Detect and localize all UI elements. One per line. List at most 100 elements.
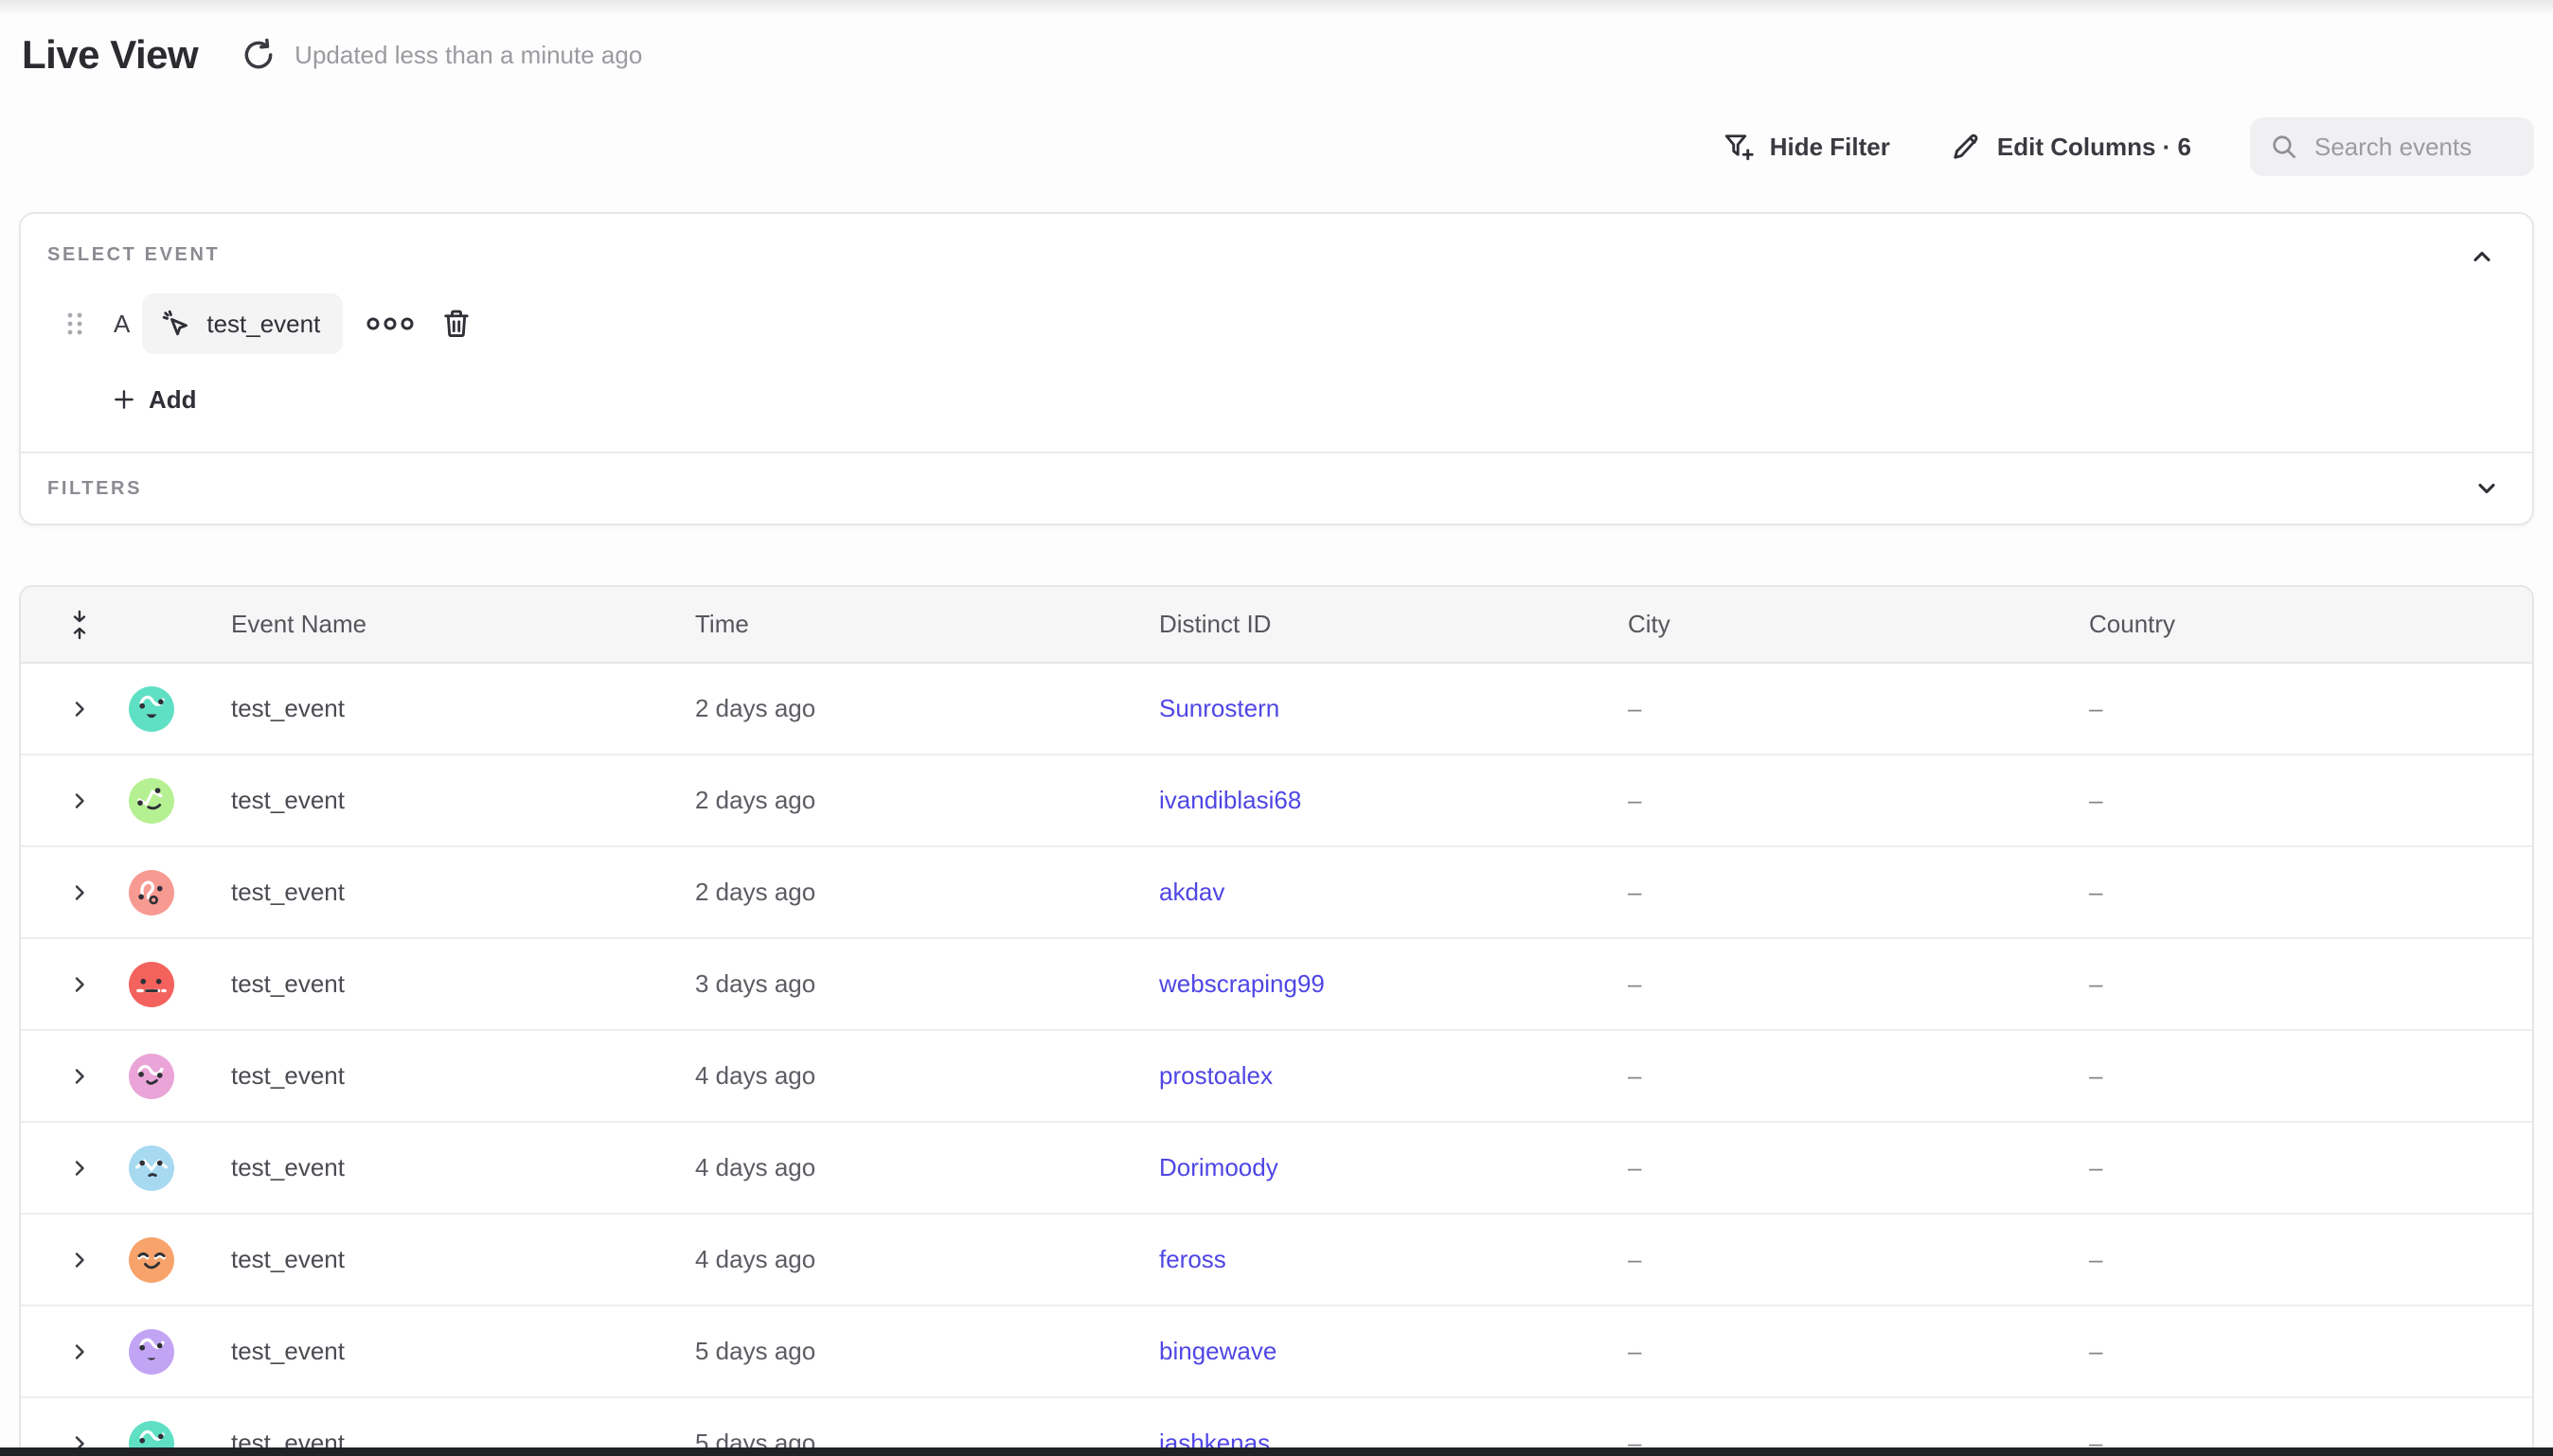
add-event-row: Add <box>112 379 2506 420</box>
user-avatar <box>129 962 174 1007</box>
add-event-button[interactable]: Add <box>112 379 197 420</box>
distinct-id-link[interactable]: webscraping99 <box>1159 969 1325 998</box>
query-builder-panel: SELECT EVENT A <box>19 212 2534 525</box>
refresh-button[interactable] <box>240 36 277 74</box>
add-label: Add <box>149 385 197 415</box>
country-cell: – <box>2089 1153 2532 1182</box>
country-cell: – <box>2089 1245 2532 1274</box>
chevron-up-icon <box>2469 243 2495 270</box>
expand-row-icon[interactable] <box>68 881 91 904</box>
user-avatar <box>129 778 174 824</box>
event-name-cell: test_event <box>231 1061 695 1091</box>
table-row[interactable]: test_event 2 days ago akdav – – <box>21 847 2532 939</box>
cursor-click-icon <box>159 307 193 341</box>
distinct-id-link[interactable]: ivandiblasi68 <box>1159 786 1301 814</box>
table-header-row: Event Name Time Distinct ID City Country <box>21 587 2532 664</box>
table-row[interactable]: test_event 2 days ago Sunrostern – – <box>21 664 2532 755</box>
table-row[interactable]: test_event 4 days ago prostoalex – – <box>21 1031 2532 1123</box>
country-cell: – <box>2089 786 2532 815</box>
hide-filter-button[interactable]: Hide Filter <box>1722 130 1890 164</box>
country-cell: – <box>2089 1337 2532 1366</box>
event-name-cell: test_event <box>231 878 695 907</box>
event-time-cell: 4 days ago <box>695 1245 1159 1274</box>
event-time-cell: 5 days ago <box>695 1337 1159 1366</box>
distinct-id-link[interactable]: prostoalex <box>1159 1061 1273 1090</box>
more-options-icon <box>366 315 415 332</box>
search-input[interactable] <box>2314 133 2517 162</box>
table-row[interactable]: test_event 4 days ago Dorimoody – – <box>21 1123 2532 1215</box>
expand-row-icon[interactable] <box>68 790 91 812</box>
event-select-button[interactable]: test_event <box>142 293 343 354</box>
column-header-distinct-id: Distinct ID <box>1159 610 1628 639</box>
chevron-down-icon <box>2473 475 2500 502</box>
distinct-id-link[interactable]: Sunrostern <box>1159 694 1279 722</box>
column-header-country: Country <box>2089 610 2532 639</box>
city-cell: – <box>1628 1061 2089 1091</box>
table-row[interactable]: test_event 2 days ago ivandiblasi68 – – <box>21 755 2532 847</box>
event-name-cell: test_event <box>231 1153 695 1182</box>
event-time-cell: 2 days ago <box>695 878 1159 907</box>
city-cell: – <box>1628 878 2089 907</box>
collapse-rows-icon[interactable] <box>67 610 92 640</box>
delete-clause-button[interactable] <box>439 307 473 341</box>
user-avatar <box>129 686 174 732</box>
city-cell: – <box>1628 1337 2089 1366</box>
more-options-button[interactable] <box>366 315 415 332</box>
collapse-panel-button[interactable] <box>2466 240 2498 273</box>
updated-status-text: Updated less than a minute ago <box>295 41 642 70</box>
page-header: Live View Updated less than a minute ago <box>0 0 2553 78</box>
expand-row-icon[interactable] <box>68 1341 91 1363</box>
table-body: test_event 2 days ago Sunrostern – – tes… <box>21 664 2532 1456</box>
event-name-cell: test_event <box>231 969 695 999</box>
column-header-event-name: Event Name <box>231 610 695 639</box>
user-avatar <box>129 1237 174 1283</box>
pencil-icon <box>1949 130 1983 164</box>
distinct-id-link[interactable]: bingewave <box>1159 1337 1276 1365</box>
event-time-cell: 3 days ago <box>695 969 1159 999</box>
event-name-cell: test_event <box>231 786 695 815</box>
distinct-id-link[interactable]: akdav <box>1159 878 1224 906</box>
city-cell: – <box>1628 786 2089 815</box>
user-avatar <box>129 870 174 915</box>
expand-row-icon[interactable] <box>68 973 91 996</box>
edit-columns-label: Edit Columns · 6 <box>1997 133 2191 162</box>
expand-row-icon[interactable] <box>68 1249 91 1271</box>
plus-icon <box>112 387 136 412</box>
search-box[interactable] <box>2250 117 2534 176</box>
table-row[interactable]: test_event 3 days ago webscraping99 – – <box>21 939 2532 1031</box>
city-cell: – <box>1628 1153 2089 1182</box>
user-avatar <box>129 1054 174 1099</box>
search-icon <box>2269 132 2299 162</box>
distinct-id-link[interactable]: feross <box>1159 1245 1226 1273</box>
event-time-cell: 2 days ago <box>695 786 1159 815</box>
city-cell: – <box>1628 1245 2089 1274</box>
drag-handle-icon[interactable] <box>64 311 85 337</box>
event-name-cell: test_event <box>231 694 695 723</box>
expand-row-icon[interactable] <box>68 698 91 720</box>
edit-columns-button[interactable]: Edit Columns · 6 <box>1949 130 2191 164</box>
select-event-label: SELECT EVENT <box>47 242 2506 267</box>
distinct-id-link[interactable]: Dorimoody <box>1159 1153 1278 1181</box>
column-header-time: Time <box>695 610 1159 639</box>
page-title: Live View <box>22 32 198 78</box>
expand-row-icon[interactable] <box>68 1065 91 1088</box>
city-cell: – <box>1628 969 2089 999</box>
user-avatar <box>129 1145 174 1191</box>
event-name-cell: test_event <box>231 1337 695 1366</box>
table-row[interactable]: test_event 4 days ago feross – – <box>21 1215 2532 1306</box>
event-name-cell: test_event <box>231 1245 695 1274</box>
select-event-section: SELECT EVENT A <box>21 214 2532 452</box>
filters-section[interactable]: FILTERS <box>21 453 2532 524</box>
selected-event-label: test_event <box>206 310 320 339</box>
expand-filters-button[interactable] <box>2470 471 2504 506</box>
event-time-cell: 2 days ago <box>695 694 1159 723</box>
hide-filter-label: Hide Filter <box>1770 133 1890 162</box>
filter-plus-icon <box>1722 130 1756 164</box>
events-table: Event Name Time Distinct ID City Country… <box>19 585 2534 1456</box>
expand-row-icon[interactable] <box>68 1157 91 1180</box>
country-cell: – <box>2089 878 2532 907</box>
event-time-cell: 4 days ago <box>695 1061 1159 1091</box>
refresh-icon <box>241 37 277 73</box>
table-row[interactable]: test_event 5 days ago bingewave – – <box>21 1306 2532 1398</box>
country-cell: – <box>2089 969 2532 999</box>
